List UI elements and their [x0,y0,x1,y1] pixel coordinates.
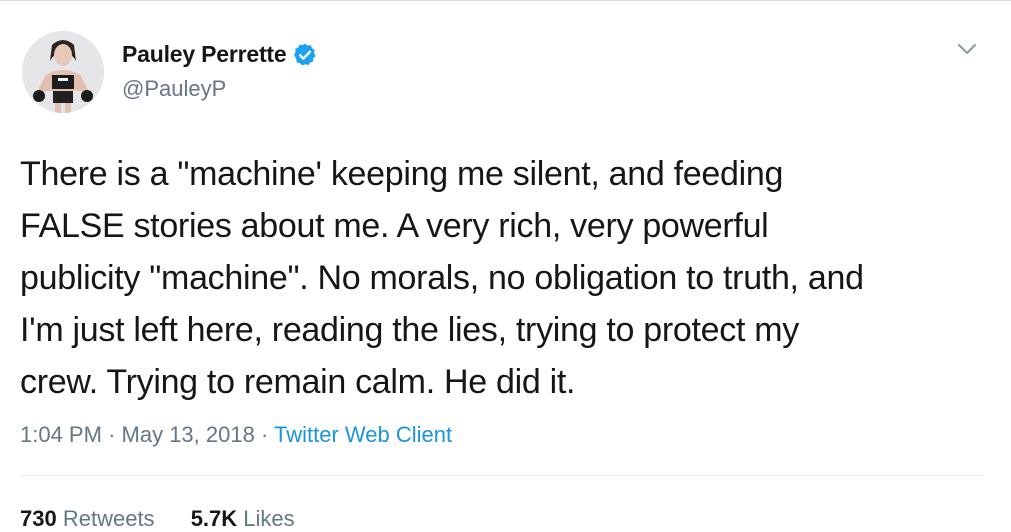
tweet-card: Pauley Perrette @PauleyP There is a "mac… [0,0,1011,532]
tweet-source-link[interactable]: Twitter Web Client [274,422,452,447]
tweet-time[interactable]: 1:04 PM [20,422,102,447]
avatar[interactable] [22,31,104,113]
tweet-date[interactable]: May 13, 2018 [122,422,255,447]
likes-count: 5.7K [190,506,238,531]
chevron-down-icon[interactable] [956,41,978,57]
tweet-text: There is a "machine' keeping me silent, … [20,155,864,401]
retweets-label: Retweets [62,506,155,531]
retweets-count: 730 [20,506,57,531]
tweet-stats: 730 Retweets 5.7K Likes [20,506,325,532]
verified-badge-icon [292,42,318,68]
likes-label: Likes [243,506,295,531]
retweets-stat[interactable]: 730 Retweets [20,506,161,531]
profile-photo [22,31,104,113]
author-name-row[interactable]: Pauley Perrette [122,41,318,68]
meta-separator: · [260,422,269,447]
divider [20,475,982,476]
likes-stat[interactable]: 5.7K Likes [191,506,295,531]
author-handle[interactable]: @PauleyP [122,76,226,102]
author-name[interactable]: Pauley Perrette [122,41,287,68]
tweet-meta: 1:04 PM · May 13, 2018 · Twitter Web Cli… [20,422,452,448]
meta-separator: · [108,422,116,447]
